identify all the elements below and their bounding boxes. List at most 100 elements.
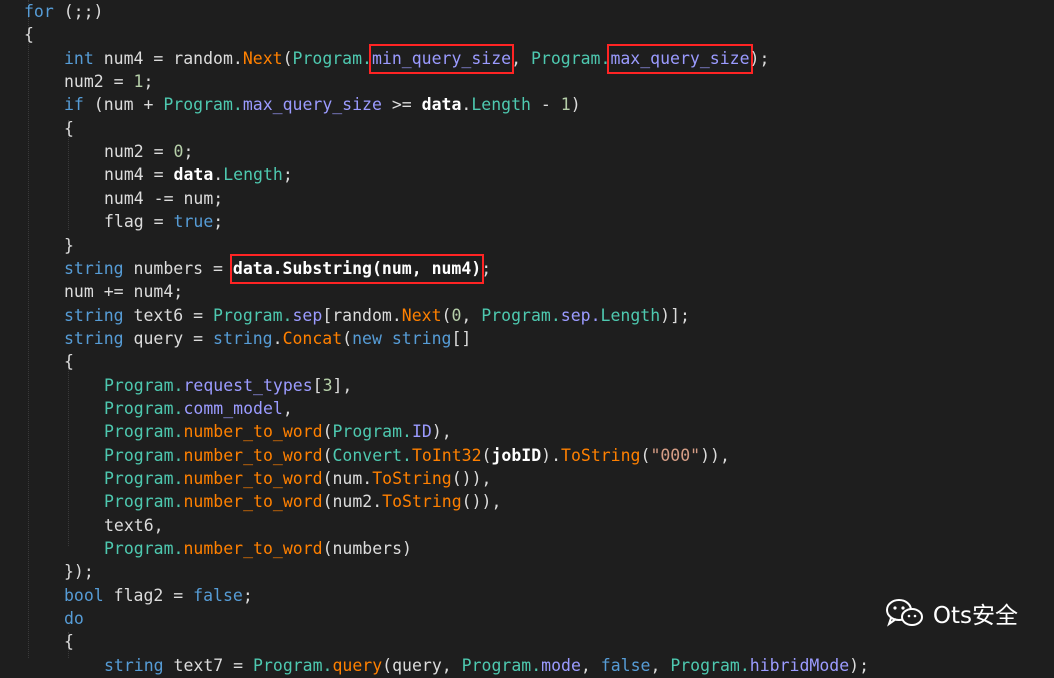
code-token: ToInt32 <box>411 445 482 465</box>
code-token: number_to_word <box>183 492 323 512</box>
code-token: query = <box>123 328 214 348</box>
code-token: ; <box>282 165 293 185</box>
code-token: Program. <box>104 375 184 395</box>
code-line: Program. number_to_word (numbers) <box>104 537 412 561</box>
code-token: ID <box>411 422 432 442</box>
code-token: ; <box>213 212 224 232</box>
code-token: Length <box>600 305 661 325</box>
code-token: string <box>104 655 164 675</box>
code-token: num4 = <box>104 165 174 185</box>
code-token: flag = <box>104 212 174 232</box>
code-token: Next <box>401 305 442 325</box>
code-token: hibridMode <box>749 655 850 675</box>
code-token: (num + <box>83 95 164 115</box>
code-line: }); <box>64 560 94 584</box>
code-line: { <box>64 630 74 654</box>
indent-guide <box>68 358 70 546</box>
code-token: ) <box>570 95 581 115</box>
code-token: "000" <box>650 445 701 465</box>
code-token: ). <box>541 445 562 465</box>
code-token: Program. <box>292 48 372 68</box>
code-token: text6, <box>104 515 164 535</box>
code-token: { <box>64 118 74 138</box>
code-token: sep <box>292 305 323 325</box>
code-line: num += num4; <box>64 280 183 304</box>
code-line: num4 -= num; <box>104 187 223 211</box>
code-token: Program. <box>670 655 750 675</box>
code-token: Program. <box>104 492 184 512</box>
code-line: if (num + Program. max_query_size >= data… <box>64 93 581 117</box>
wechat-icon <box>885 597 925 629</box>
code-token: - <box>530 95 561 115</box>
code-token: data <box>173 165 214 185</box>
code-token: (num2. <box>322 492 383 512</box>
code-token: ; <box>183 142 194 162</box>
code-token: sep. <box>560 305 601 325</box>
code-line: { <box>24 23 34 47</box>
code-token: num4 -= num; <box>104 188 224 208</box>
code-token: ( <box>322 422 333 442</box>
code-token: (num. <box>322 469 373 488</box>
code-token: do <box>64 609 84 629</box>
code-token: . <box>213 165 224 185</box>
code-token: num2 = <box>64 72 134 92</box>
code-token: [ <box>312 375 323 395</box>
code-token: ( <box>342 328 353 348</box>
code-line: int num4 = random. Next(Program. min_query… <box>64 43 769 74</box>
code-token: Next <box>242 48 283 68</box>
code-token: flag2 = <box>103 585 194 605</box>
code-token: number_to_word <box>183 469 323 488</box>
code-token: 1 <box>133 72 144 92</box>
code-token: data <box>421 95 462 115</box>
code-token: number_to_word <box>183 539 323 559</box>
code-line: } <box>64 234 74 258</box>
code-token: query <box>332 655 383 675</box>
code-token: max_query_size <box>242 95 382 115</box>
code-line: Program. number_to_word (num2. ToString ()), <box>104 490 501 514</box>
code-token: num4 = random. <box>93 48 243 68</box>
code-line: string text6 = Program. sep [random. Next(0… <box>64 304 690 328</box>
code-token: )]; <box>660 305 690 325</box>
code-token: false <box>600 655 651 675</box>
code-token: ( <box>481 445 492 465</box>
code-token: , <box>580 655 601 675</box>
code-line: text6, <box>104 514 164 538</box>
code-line: do <box>64 607 84 631</box>
code-line: Program. number_to_word(Program. ID), <box>104 420 452 444</box>
code-token: (numbers) <box>322 539 412 559</box>
code-token: num += num4; <box>64 282 184 302</box>
code-token: string <box>64 328 124 348</box>
highlighted-token: max_query_size <box>607 43 753 74</box>
code-token: mode <box>541 655 581 675</box>
code-token: if <box>64 95 84 115</box>
code-editor[interactable]: for (;;) { int num4 = random. Next(Program.… <box>0 0 1054 675</box>
code-token: string <box>213 328 273 348</box>
code-line: flag = true; <box>104 210 223 234</box>
code-token: for <box>24 2 54 21</box>
code-token: . <box>461 95 472 115</box>
code-token: , <box>511 48 531 68</box>
code-token: ( <box>640 445 651 465</box>
code-token: string <box>64 305 124 325</box>
code-token: Convert. <box>332 445 412 465</box>
code-token: Program. <box>253 655 333 675</box>
code-line: { <box>64 350 74 374</box>
code-token: request_types <box>183 375 313 395</box>
code-line: Program. number_to_word (num. ToString ()), <box>104 467 491 491</box>
code-token: { <box>64 352 74 372</box>
code-token: jobID <box>491 445 542 465</box>
code-token: false <box>193 585 243 605</box>
code-token: (query, <box>382 655 462 675</box>
code-token: 1 <box>560 95 571 115</box>
code-token: ( <box>441 305 452 325</box>
code-token: true <box>173 212 214 232</box>
code-token: num2 = <box>104 142 174 162</box>
code-token: Program. <box>104 469 184 488</box>
code-token: Program. <box>104 422 184 442</box>
code-token: Program. <box>213 305 293 325</box>
code-token: ()), <box>461 492 502 512</box>
code-token: ; <box>481 258 492 278</box>
code-token: ( <box>322 445 333 465</box>
code-token: , <box>461 305 482 325</box>
code-token: (;;) <box>53 2 104 21</box>
